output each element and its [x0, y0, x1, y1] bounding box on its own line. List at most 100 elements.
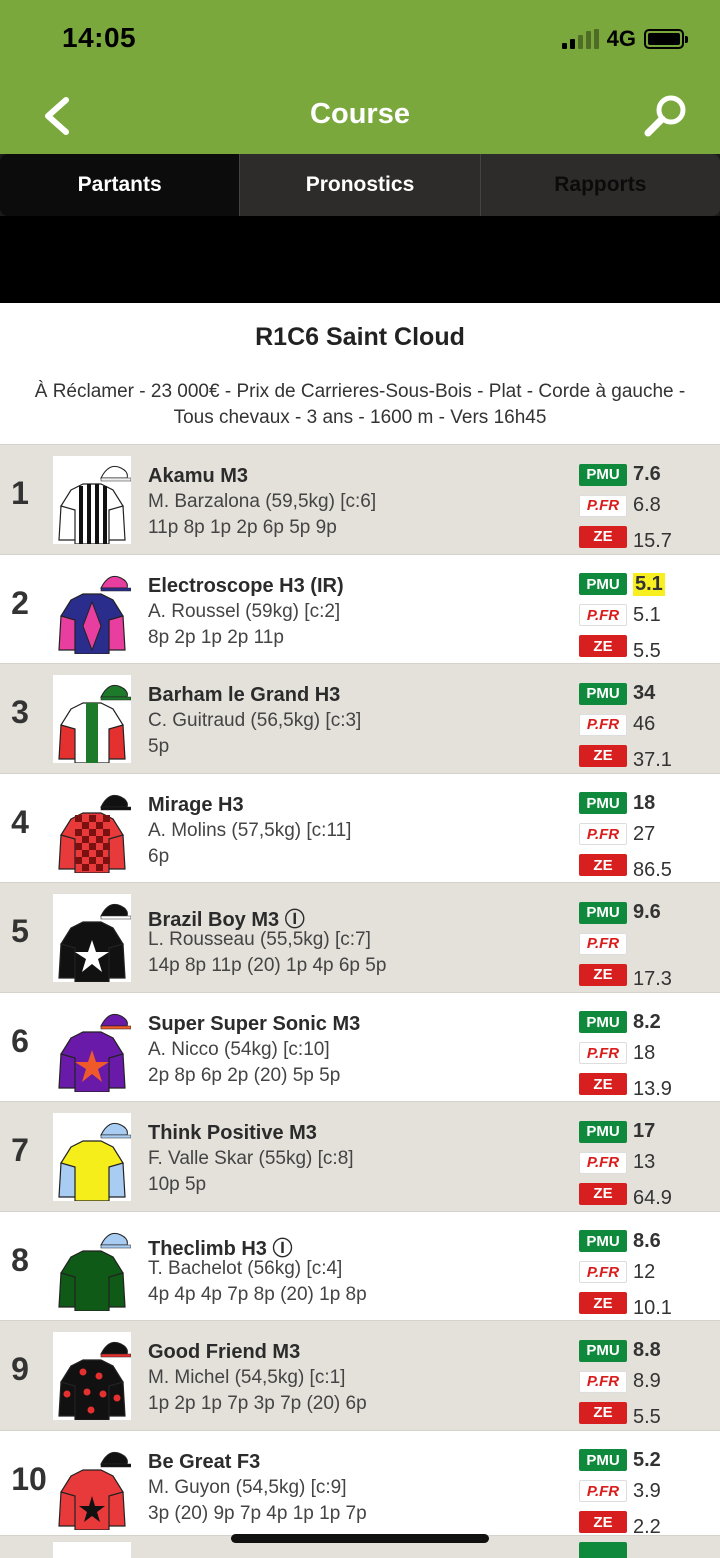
odds-block: PMU 34 P.FR 46 ZE 37.1	[579, 678, 719, 771]
horse-form: 6p	[148, 845, 170, 867]
runner-row[interactable]: 9 Good Friend M3 M. Michel (54,5kg) [c:1…	[0, 1320, 720, 1430]
odds-pmu: PMU 8.8	[579, 1335, 719, 1366]
runner-row[interactable]: 1 Akamu M3 M. Barzalona (59,5kg) [c:6] 1…	[0, 444, 720, 554]
odds-pfr: P.FR 3.9	[579, 1476, 719, 1507]
runner-row[interactable]: 6 Super Super Sonic M3 A. Nicco (54kg) […	[0, 991, 720, 1101]
ad-banner	[0, 216, 720, 303]
pmu-odds: 8.2	[633, 1010, 661, 1033]
pmu-badge: PMU	[579, 901, 627, 924]
horse-form: 3p (20) 9p 7p 4p 1p 1p 7p	[148, 1502, 367, 1524]
ze-badge: ZE	[579, 963, 627, 986]
pfr-odds: 6.8	[633, 494, 661, 516]
odds-pfr: P.FR 8.9	[579, 1366, 719, 1397]
runner-row[interactable]: 5 Brazil Boy M3 Ⓘ L. Rousseau (55,5kg) […	[0, 882, 720, 992]
pfr-badge: P.FR	[579, 1151, 627, 1174]
runner-number: 1	[11, 475, 29, 511]
runner-row[interactable]: 4 Mirage H3 A. Molins (57,5kg) [c:11] 6p…	[0, 772, 720, 882]
pmu-odds: 9.6	[633, 901, 661, 923]
jockey-info: M. Guyon (54,5kg) [c:9]	[148, 1476, 347, 1498]
pfr-odds: 27	[633, 822, 656, 845]
odds-pmu: PMU 5.1	[579, 569, 719, 600]
pfr-badge: P.FR	[579, 494, 627, 517]
ze-odds: 86.5	[633, 858, 672, 881]
runner-row[interactable]: 2 Electroscope H3 (IR) A. Roussel (59kg)…	[0, 553, 720, 663]
pmu-badge: PMU	[579, 1449, 627, 1471]
runner-row[interactable]: 8 Theclimb H3 Ⓘ T. Bachelot (56kg) [c:4]…	[0, 1210, 720, 1320]
horse-name: Good Friend M3	[148, 1341, 301, 1363]
tab-partants[interactable]: Partants	[0, 154, 240, 216]
jockey-silk-icon	[53, 1222, 131, 1311]
odds-pfr: P.FR	[579, 928, 719, 959]
odds-pmu: PMU 17	[579, 1116, 719, 1147]
pmu-odds: 8.6	[633, 1229, 661, 1252]
odds-pfr: P.FR 5.1	[579, 600, 719, 631]
jockey-info: A. Nicco (54kg) [c:10]	[148, 1038, 330, 1060]
ze-badge: ZE	[579, 1073, 627, 1095]
pfr-badge: P.FR	[579, 932, 627, 955]
horse-form: 1p 2p 1p 7p 3p 7p (20) 6p	[148, 1393, 367, 1414]
odds-block: PMU 18 P.FR 27 ZE 86.5	[579, 788, 719, 881]
race-header: R1C6 Saint Cloud À Réclamer - 23 000€ - …	[0, 303, 720, 444]
tab-pronostics[interactable]: Pronostics	[239, 154, 480, 216]
jockey-silk-icon	[53, 1003, 131, 1092]
pmu-odds: 5.2	[633, 1448, 661, 1471]
jockey-silk-icon	[53, 1113, 131, 1201]
jockey-info: T. Bachelot (56kg) [c:4]	[148, 1257, 343, 1279]
horse-name: Super Super Sonic M3	[148, 1012, 361, 1035]
horse-form: 5p	[148, 736, 170, 757]
horse-form: 14p 8p 11p (20) 1p 4p 6p 5p	[148, 955, 387, 976]
ze-badge: ZE	[579, 1292, 627, 1314]
pmu-badge: PMU	[579, 1011, 627, 1033]
ze-badge: ZE	[579, 1511, 627, 1533]
battery-icon	[644, 29, 688, 49]
runner-row[interactable]: 3 Barham le Grand H3 C. Guitraud (56,5kg…	[0, 663, 720, 773]
odds-block: PMU 17 P.FR 13 ZE 64.9	[579, 1116, 719, 1209]
status-time: 14:05	[62, 22, 137, 53]
ze-odds: 10.1	[633, 1296, 672, 1319]
odds-pmu: PMU 8.2	[579, 1007, 719, 1038]
odds-ze: ZE 10.1	[579, 1288, 719, 1319]
runner-number: 3	[11, 694, 29, 730]
runner-number: 9	[11, 1351, 29, 1387]
horse-name: Think Positive M3	[148, 1122, 317, 1144]
runner-number: 4	[11, 803, 29, 840]
odds-ze: ZE 86.5	[579, 850, 719, 881]
odds-block: PMU 5.2 P.FR 3.9 ZE 2.2	[579, 1445, 719, 1538]
jockey-silk-icon	[53, 1542, 131, 1558]
status-indicators: 4G	[561, 26, 688, 52]
odds-block: PMU 8.8 P.FR 8.9 ZE 5.5	[579, 1335, 719, 1428]
horse-name: Electroscope H3 (IR)	[148, 574, 344, 597]
pfr-odds: 18	[633, 1041, 656, 1064]
odds-pfr: P.FR 18	[579, 1038, 719, 1069]
runner-row[interactable]: 7 Think Positive M3 F. Valle Skar (55kg)…	[0, 1101, 720, 1211]
runner-number: 10	[11, 1460, 47, 1497]
horse-form: 11p 8p 1p 2p 6p 5p 9p	[148, 517, 337, 538]
runner-number: 2	[11, 584, 29, 621]
runner-number: 5	[11, 913, 29, 949]
pfr-odds: 12	[633, 1260, 656, 1283]
nav-bar: Course	[0, 80, 720, 154]
odds-pmu: PMU 7.6	[579, 459, 719, 490]
jockey-info: M. Michel (54,5kg) [c:1]	[148, 1367, 346, 1388]
pmu-badge: PMU	[579, 1230, 627, 1252]
odds-pmu: PMU 8.6	[579, 1226, 719, 1257]
ze-odds: 37.1	[633, 749, 672, 771]
jockey-info: A. Roussel (59kg) [c:2]	[148, 600, 341, 622]
race-info: À Réclamer - 23 000€ - Prix de Carrieres…	[0, 379, 720, 431]
jockey-info: L. Rousseau (55,5kg) [c:7]	[148, 929, 371, 950]
pmu-odds: 5.1	[633, 572, 665, 596]
race-title: R1C6 Saint Cloud	[255, 323, 465, 351]
pfr-odds: 3.9	[633, 1479, 661, 1502]
race-info-line-2: Tous chevaux - 3 ans - 1600 m - Vers 16h…	[173, 407, 547, 428]
runner-row[interactable]: 10 Be Great F3 M. Guyon (54,5kg) [c:9] 3…	[0, 1429, 720, 1539]
ze-odds: 17.3	[633, 968, 672, 990]
ze-badge: ZE	[579, 1182, 627, 1205]
jockey-silk-icon	[53, 894, 131, 982]
tab-rapports[interactable]: Rapports	[479, 154, 720, 216]
jockey-silk-icon	[53, 565, 131, 654]
search-button[interactable]	[642, 92, 690, 140]
pfr-badge: P.FR	[579, 1370, 627, 1393]
jockey-silk-icon	[53, 456, 131, 544]
ze-odds: 15.7	[633, 530, 672, 552]
runner-number: 7	[11, 1132, 29, 1168]
